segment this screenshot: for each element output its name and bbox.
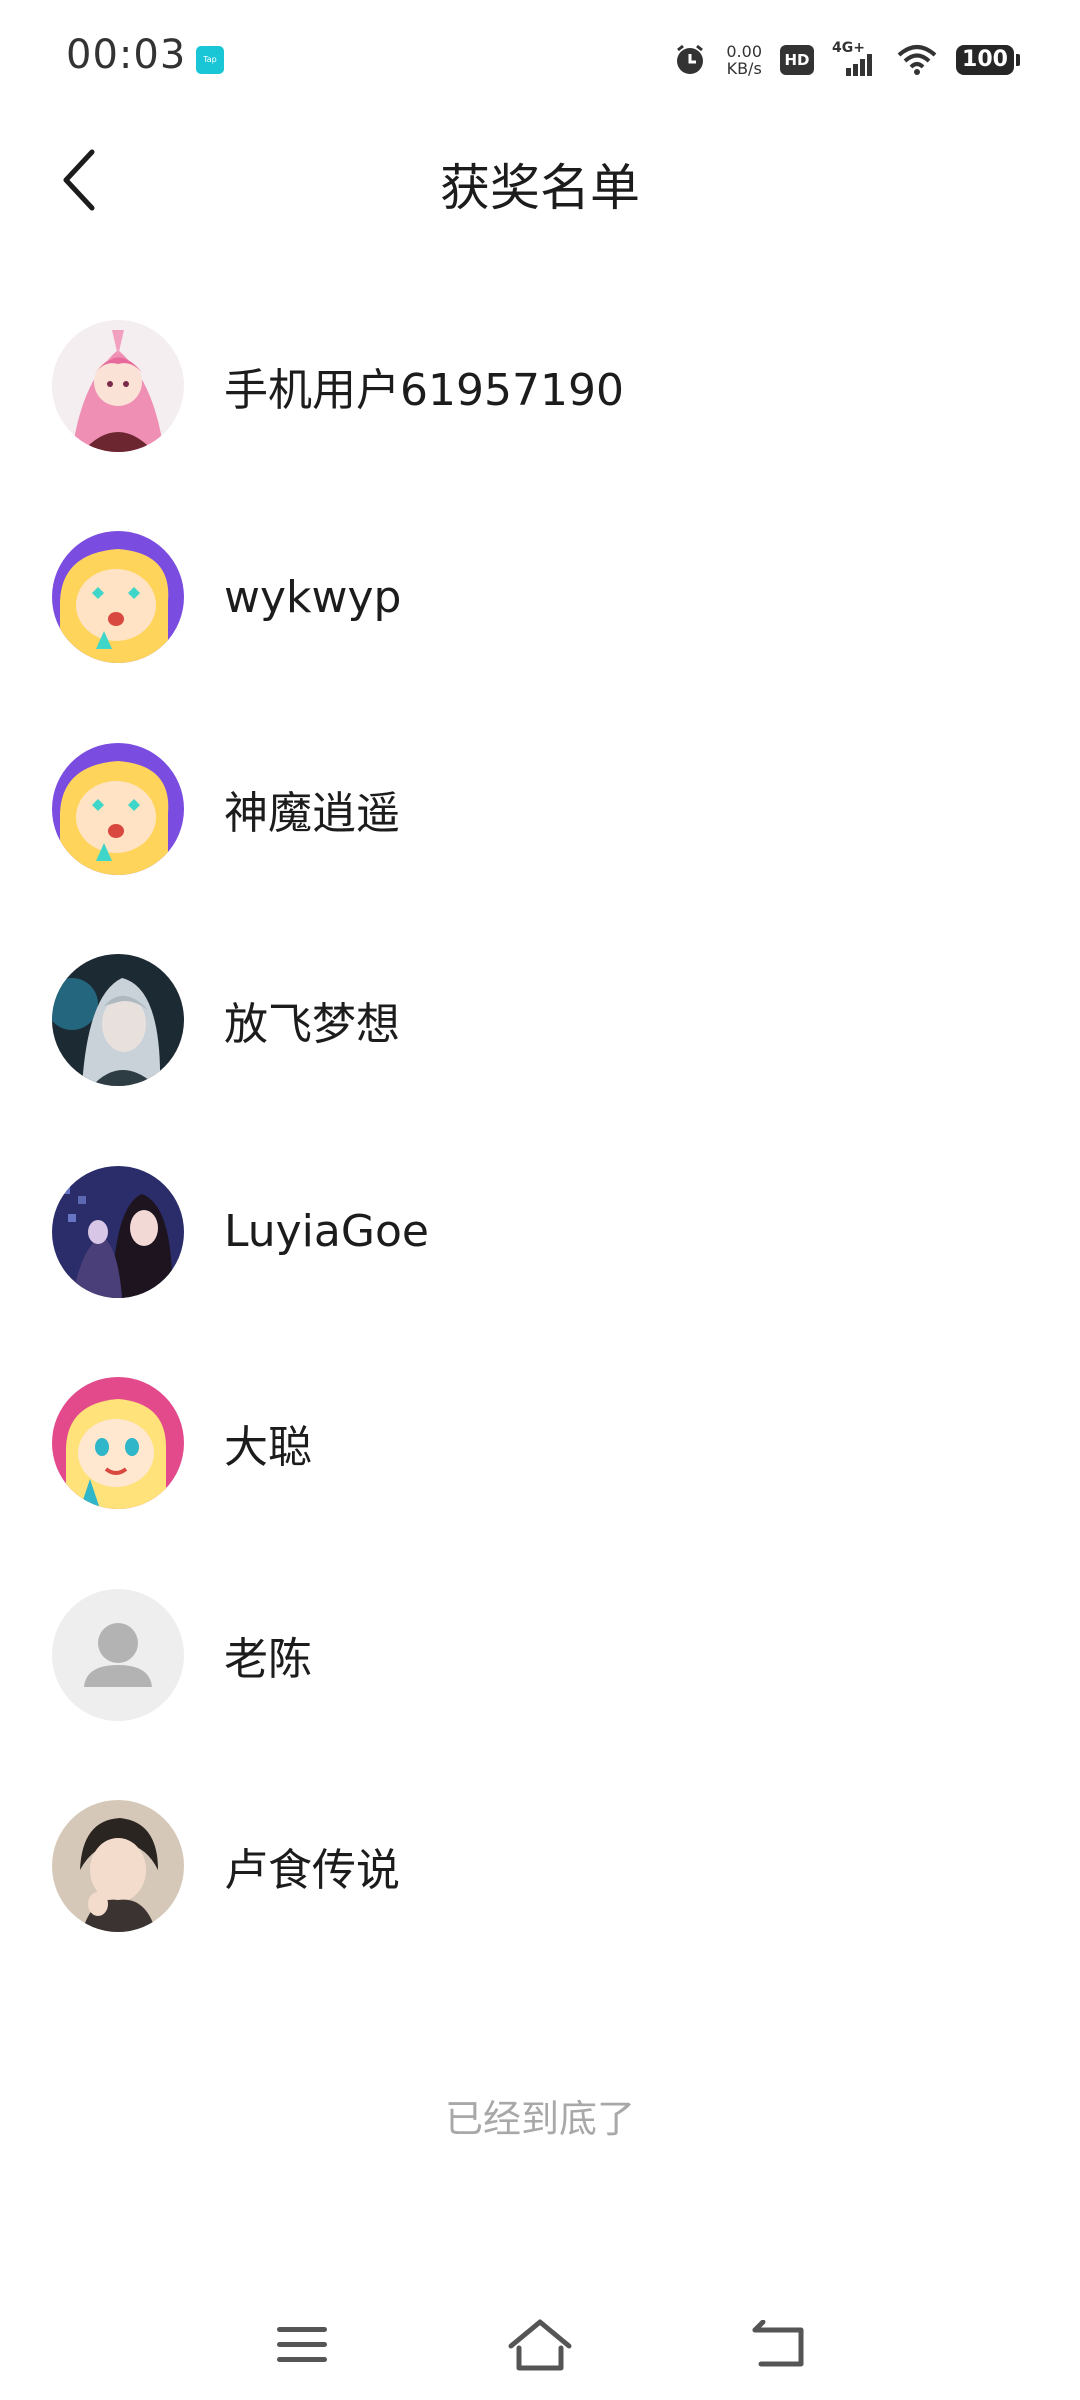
end-of-list-text: 已经到底了 [444,2097,635,2141]
winner-item[interactable]: 大聪 [0,1338,1080,1550]
avatar[interactable] [52,1377,184,1510]
wifi-icon [897,45,937,75]
avatar[interactable] [52,1800,184,1933]
net-speed-unit: KB/s [726,59,762,78]
page-title: 获奖名单 [440,159,640,217]
anime-pink-hair-avatar-icon [52,319,184,452]
winner-name: wykwyp [224,571,402,623]
status-icons: 0.00 KB/s HD 4G+ 100 [672,38,1020,82]
default-cartoon-purple-avatar-icon [52,742,184,875]
net-speed: 0.00 KB/s [726,43,762,77]
signal-icon: 4G+ [832,40,878,78]
winner-list: 手机用户61957190 wykwyp 神魔逍遥 放飞梦想 LuyiaGoe 大… [0,280,1080,1972]
hd-icon: HD [780,45,814,75]
top-navigation-bar: 获奖名单 [0,120,1080,240]
anime-dark-night-avatar-icon [52,1165,184,1298]
default-person-avatar-icon [52,1588,184,1721]
menu-button[interactable] [257,2310,347,2380]
winner-name: LuyiaGoe [224,1206,429,1258]
default-cartoon-pink-avatar-icon [52,1377,184,1510]
avatar[interactable] [52,742,184,875]
winner-item[interactable]: 卢食传说 [0,1761,1080,1973]
winner-name: 大聪 [224,1422,312,1474]
winner-item[interactable]: 老陈 [0,1549,1080,1761]
status-bar: 00:03 Tap 0.00 KB/s HD 4G+ 100 [0,0,1080,120]
winner-item[interactable]: 手机用户61957190 [0,280,1080,492]
tap-app-icon: Tap [196,46,224,74]
winner-name: 手机用户61957190 [224,364,624,416]
alarm-icon [677,44,704,74]
system-navigation-bar [0,2290,1080,2400]
avatar[interactable] [52,319,184,452]
net-speed-value: 0.00 [726,42,762,61]
winner-name: 神魔逍遥 [224,787,400,839]
winner-name: 放飞梦想 [224,999,400,1051]
status-time: 00:03 [66,32,187,78]
avatar[interactable] [52,954,184,1087]
winner-item[interactable]: wykwyp [0,492,1080,704]
anime-dark-hair-avatar-icon [52,1800,184,1933]
winner-name: 卢食传说 [224,1845,400,1897]
anime-silver-hair-avatar-icon [52,954,184,1087]
home-button[interactable] [495,2310,585,2380]
winner-item[interactable]: 神魔逍遥 [0,703,1080,915]
return-icon [752,2320,804,2367]
home-icon [508,2319,572,2371]
avatar[interactable] [52,1588,184,1721]
back-nav-button[interactable] [735,2310,825,2380]
winner-name: 老陈 [224,1633,312,1685]
winner-item[interactable]: 放飞梦想 [0,915,1080,1127]
menu-icon [277,2327,327,2362]
battery-icon: 100 [956,45,1020,75]
default-cartoon-purple-avatar-icon [52,531,184,664]
avatar[interactable] [52,531,184,664]
avatar[interactable] [52,1165,184,1298]
winner-item[interactable]: LuyiaGoe [0,1126,1080,1338]
